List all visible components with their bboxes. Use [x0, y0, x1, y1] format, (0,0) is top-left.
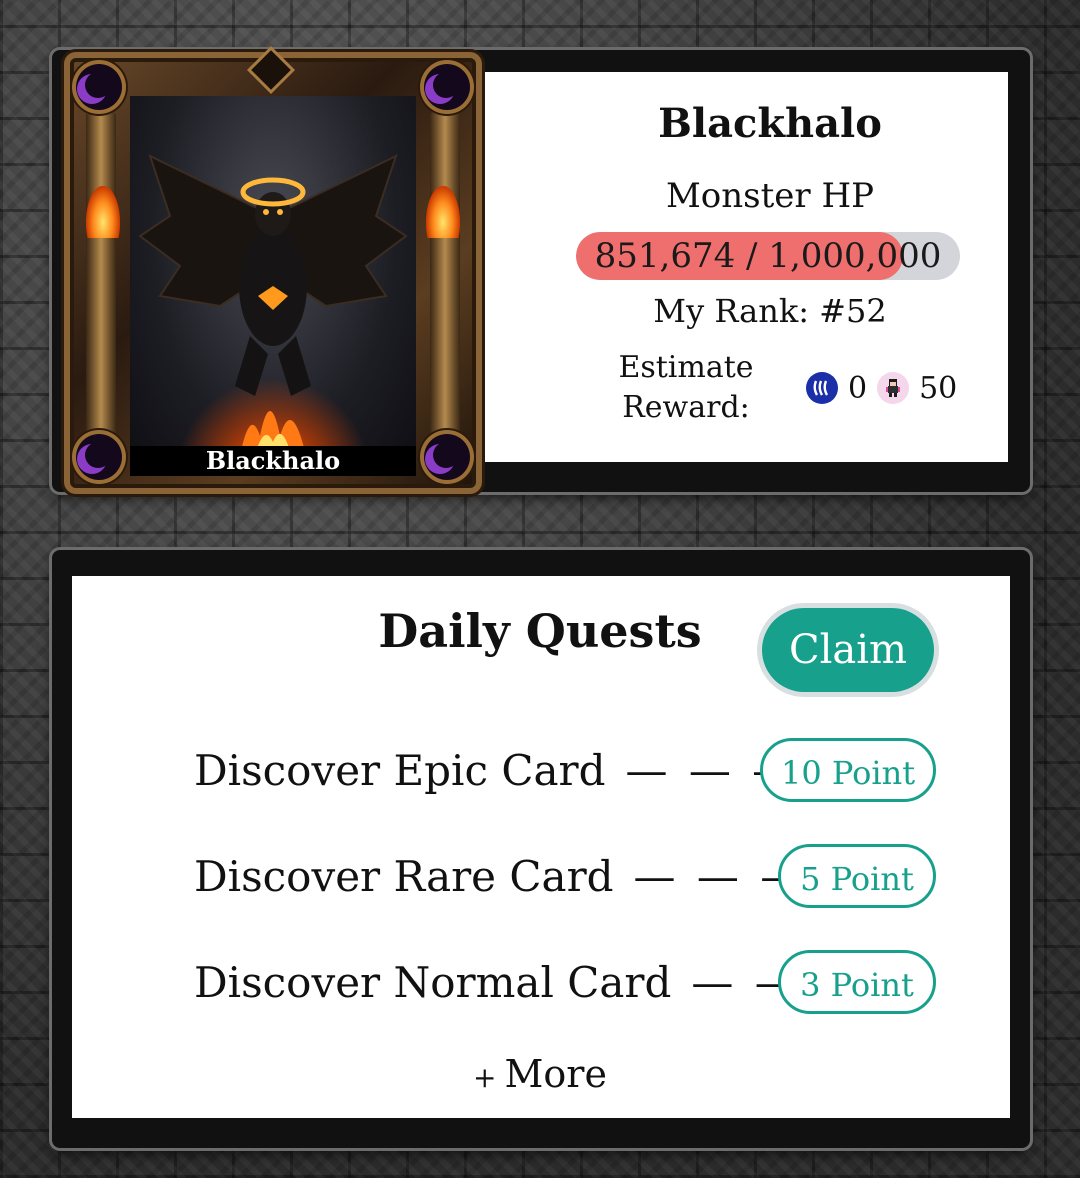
- estimate-reward-values: 0 50: [806, 368, 957, 408]
- quest-item: Discover Rare Card — — — -: [194, 842, 842, 912]
- moon-icon: [424, 434, 470, 480]
- steem-reward-value: 0: [848, 370, 868, 406]
- monster-artwork: [130, 96, 416, 476]
- monster-title: Blackhalo: [658, 100, 882, 147]
- card-left-pillar: [86, 112, 116, 452]
- pixel-character-token-icon: [877, 372, 910, 404]
- card-right-pillar: [430, 112, 460, 452]
- monster-card[interactable]: Blackhalo: [64, 50, 482, 494]
- monster-hp-bar: 851,674 / 1,000,000: [576, 232, 960, 280]
- plus-icon: +: [473, 1061, 497, 1094]
- quest-points-pill[interactable]: 5 Point: [778, 844, 936, 908]
- more-label: More: [504, 1052, 607, 1096]
- torch-flame-icon: [86, 186, 120, 238]
- card-name-label: Blackhalo: [130, 446, 416, 476]
- torch-flame-icon: [426, 186, 460, 238]
- quest-points-pill[interactable]: 10 Point: [760, 738, 936, 802]
- moon-icon: [76, 64, 122, 110]
- quest-label: Discover Epic Card: [194, 746, 606, 795]
- monster-hp-label: Monster HP: [665, 176, 874, 216]
- quest-label: Discover Normal Card: [194, 958, 672, 1007]
- my-rank: My Rank: #52: [653, 292, 887, 330]
- estimate-reward-label: Estimate Reward:: [618, 350, 754, 425]
- quest-points-pill[interactable]: 3 Point: [778, 950, 936, 1014]
- daily-quests-title: Daily Quests: [378, 604, 702, 658]
- moon-icon: [424, 64, 470, 110]
- claim-button[interactable]: Claim: [762, 608, 934, 692]
- winged-demon-illustration: [138, 154, 408, 474]
- card-top-gem-icon: [251, 50, 291, 90]
- more-link[interactable]: + More: [400, 1052, 680, 1096]
- quest-label: Discover Rare Card: [194, 852, 614, 901]
- token-reward-value: 50: [919, 370, 958, 406]
- quest-item: Discover Normal Card — — ·: [194, 948, 835, 1018]
- moon-icon: [76, 434, 122, 480]
- monster-hp-value: 851,674 / 1,000,000: [594, 236, 942, 276]
- steem-coin-icon: [806, 372, 838, 404]
- quest-item: Discover Epic Card — — —: [194, 736, 798, 806]
